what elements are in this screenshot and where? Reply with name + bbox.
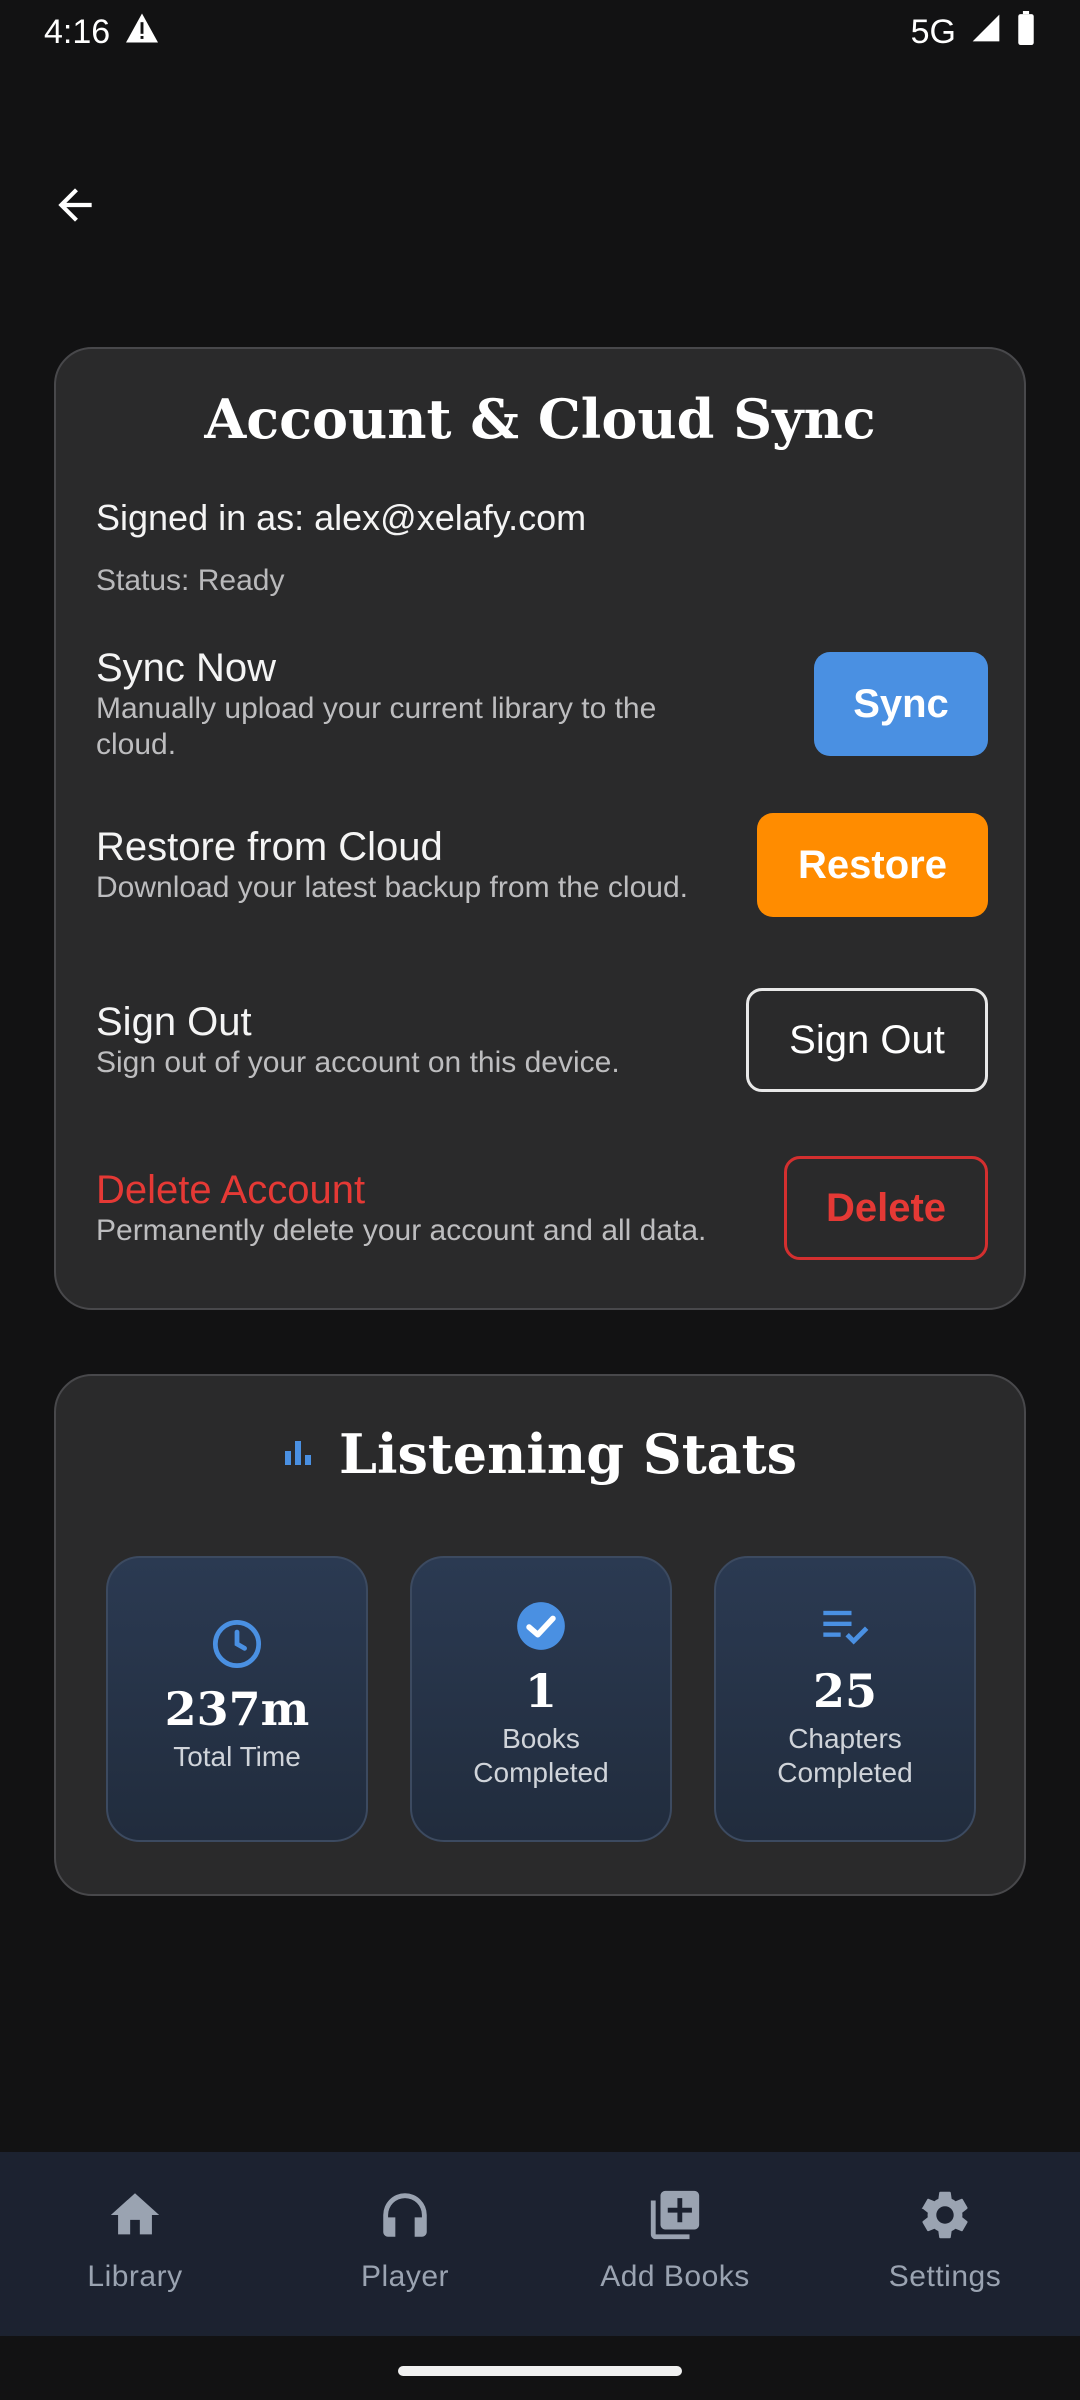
battery-icon bbox=[1016, 10, 1036, 54]
playlist-check-icon bbox=[819, 1598, 871, 1654]
clock-icon bbox=[211, 1616, 263, 1672]
stat-label: Books Completed bbox=[473, 1723, 609, 1788]
sync-now-text: Sync Now Manually upload your current li… bbox=[96, 645, 736, 763]
nav-player[interactable]: Player bbox=[270, 2152, 540, 2336]
sign-out-button[interactable]: Sign Out bbox=[746, 988, 988, 1092]
restore-button[interactable]: Restore bbox=[757, 813, 988, 917]
stat-chapters-completed: 25 Chapters Completed bbox=[714, 1556, 976, 1842]
account-sync-card: Account & Cloud Sync Signed in as: alex@… bbox=[54, 347, 1026, 1310]
check-circle-icon bbox=[515, 1598, 567, 1654]
nav-add-books[interactable]: Add Books bbox=[540, 2152, 810, 2336]
signed-in-text: Signed in as: alex@xelafy.com bbox=[96, 497, 587, 538]
status-right: 5G bbox=[910, 10, 1036, 54]
nav-label: Add Books bbox=[600, 2260, 750, 2293]
home-icon bbox=[110, 2193, 160, 2235]
warning-icon bbox=[124, 12, 160, 53]
library-add-icon bbox=[650, 2190, 700, 2240]
stat-label: Chapters Completed bbox=[777, 1723, 913, 1788]
back-button[interactable] bbox=[40, 170, 110, 240]
arrow-back-icon bbox=[58, 188, 92, 222]
listening-stats-card: Listening Stats 237m Total Time 1 Books … bbox=[54, 1374, 1026, 1896]
gear-icon bbox=[921, 2191, 968, 2239]
delete-button[interactable]: Delete bbox=[784, 1156, 988, 1260]
delete-account-row: Delete Account Permanently delete your a… bbox=[96, 1156, 988, 1260]
restore-text: Restore from Cloud Download your latest … bbox=[96, 824, 688, 906]
restore-row: Restore from Cloud Download your latest … bbox=[96, 813, 988, 917]
nav-settings[interactable]: Settings bbox=[810, 2152, 1080, 2336]
delete-account-text: Delete Account Permanently delete your a… bbox=[96, 1167, 706, 1249]
network-label: 5G bbox=[910, 12, 956, 51]
stats-title: Listening Stats bbox=[338, 1422, 798, 1486]
nav-label: Library bbox=[87, 2260, 183, 2293]
status-left: 4:16 bbox=[44, 12, 160, 53]
bottom-navigation: Library Player Add Books Settings bbox=[0, 2152, 1080, 2336]
sync-now-row: Sync Now Manually upload your current li… bbox=[96, 645, 988, 763]
bar-chart-icon bbox=[283, 1437, 313, 1472]
account-card-title: Account & Cloud Sync bbox=[204, 387, 876, 451]
status-bar: 4:16 5G bbox=[0, 0, 1080, 64]
sign-out-description: Sign out of your account on this device. bbox=[96, 1046, 620, 1079]
stat-total-time: 237m Total Time bbox=[106, 1556, 368, 1842]
sync-now-title: Sync Now bbox=[96, 646, 277, 690]
sign-out-row: Sign Out Sign out of your account on thi… bbox=[96, 988, 988, 1092]
delete-account-description: Permanently delete your account and all … bbox=[96, 1214, 707, 1247]
delete-account-title: Delete Account bbox=[96, 1168, 366, 1212]
home-indicator[interactable] bbox=[398, 2366, 682, 2376]
nav-label: Settings bbox=[888, 2260, 1002, 2293]
signal-icon bbox=[970, 12, 1002, 53]
stat-value: 1 bbox=[524, 1664, 557, 1718]
sign-out-text: Sign Out Sign out of your account on thi… bbox=[96, 999, 620, 1081]
sync-button[interactable]: Sync bbox=[814, 652, 988, 756]
stat-label: Total Time bbox=[173, 1741, 301, 1772]
sync-now-description: Manually upload your current library to … bbox=[96, 692, 657, 761]
stats-header: Listening Stats bbox=[56, 1422, 1024, 1486]
headphones-icon bbox=[383, 2193, 427, 2237]
stat-books-completed: 1 Books Completed bbox=[410, 1556, 672, 1842]
stat-value: 25 bbox=[812, 1664, 877, 1718]
nav-library[interactable]: Library bbox=[0, 2152, 270, 2336]
status-time: 4:16 bbox=[44, 12, 111, 51]
stat-value: 237m bbox=[164, 1682, 310, 1736]
restore-description: Download your latest backup from the clo… bbox=[96, 871, 688, 904]
sync-status-text: Status: Ready bbox=[96, 564, 285, 597]
sign-out-title: Sign Out bbox=[96, 1000, 252, 1044]
restore-title: Restore from Cloud bbox=[96, 825, 443, 869]
nav-label: Player bbox=[360, 2260, 450, 2293]
